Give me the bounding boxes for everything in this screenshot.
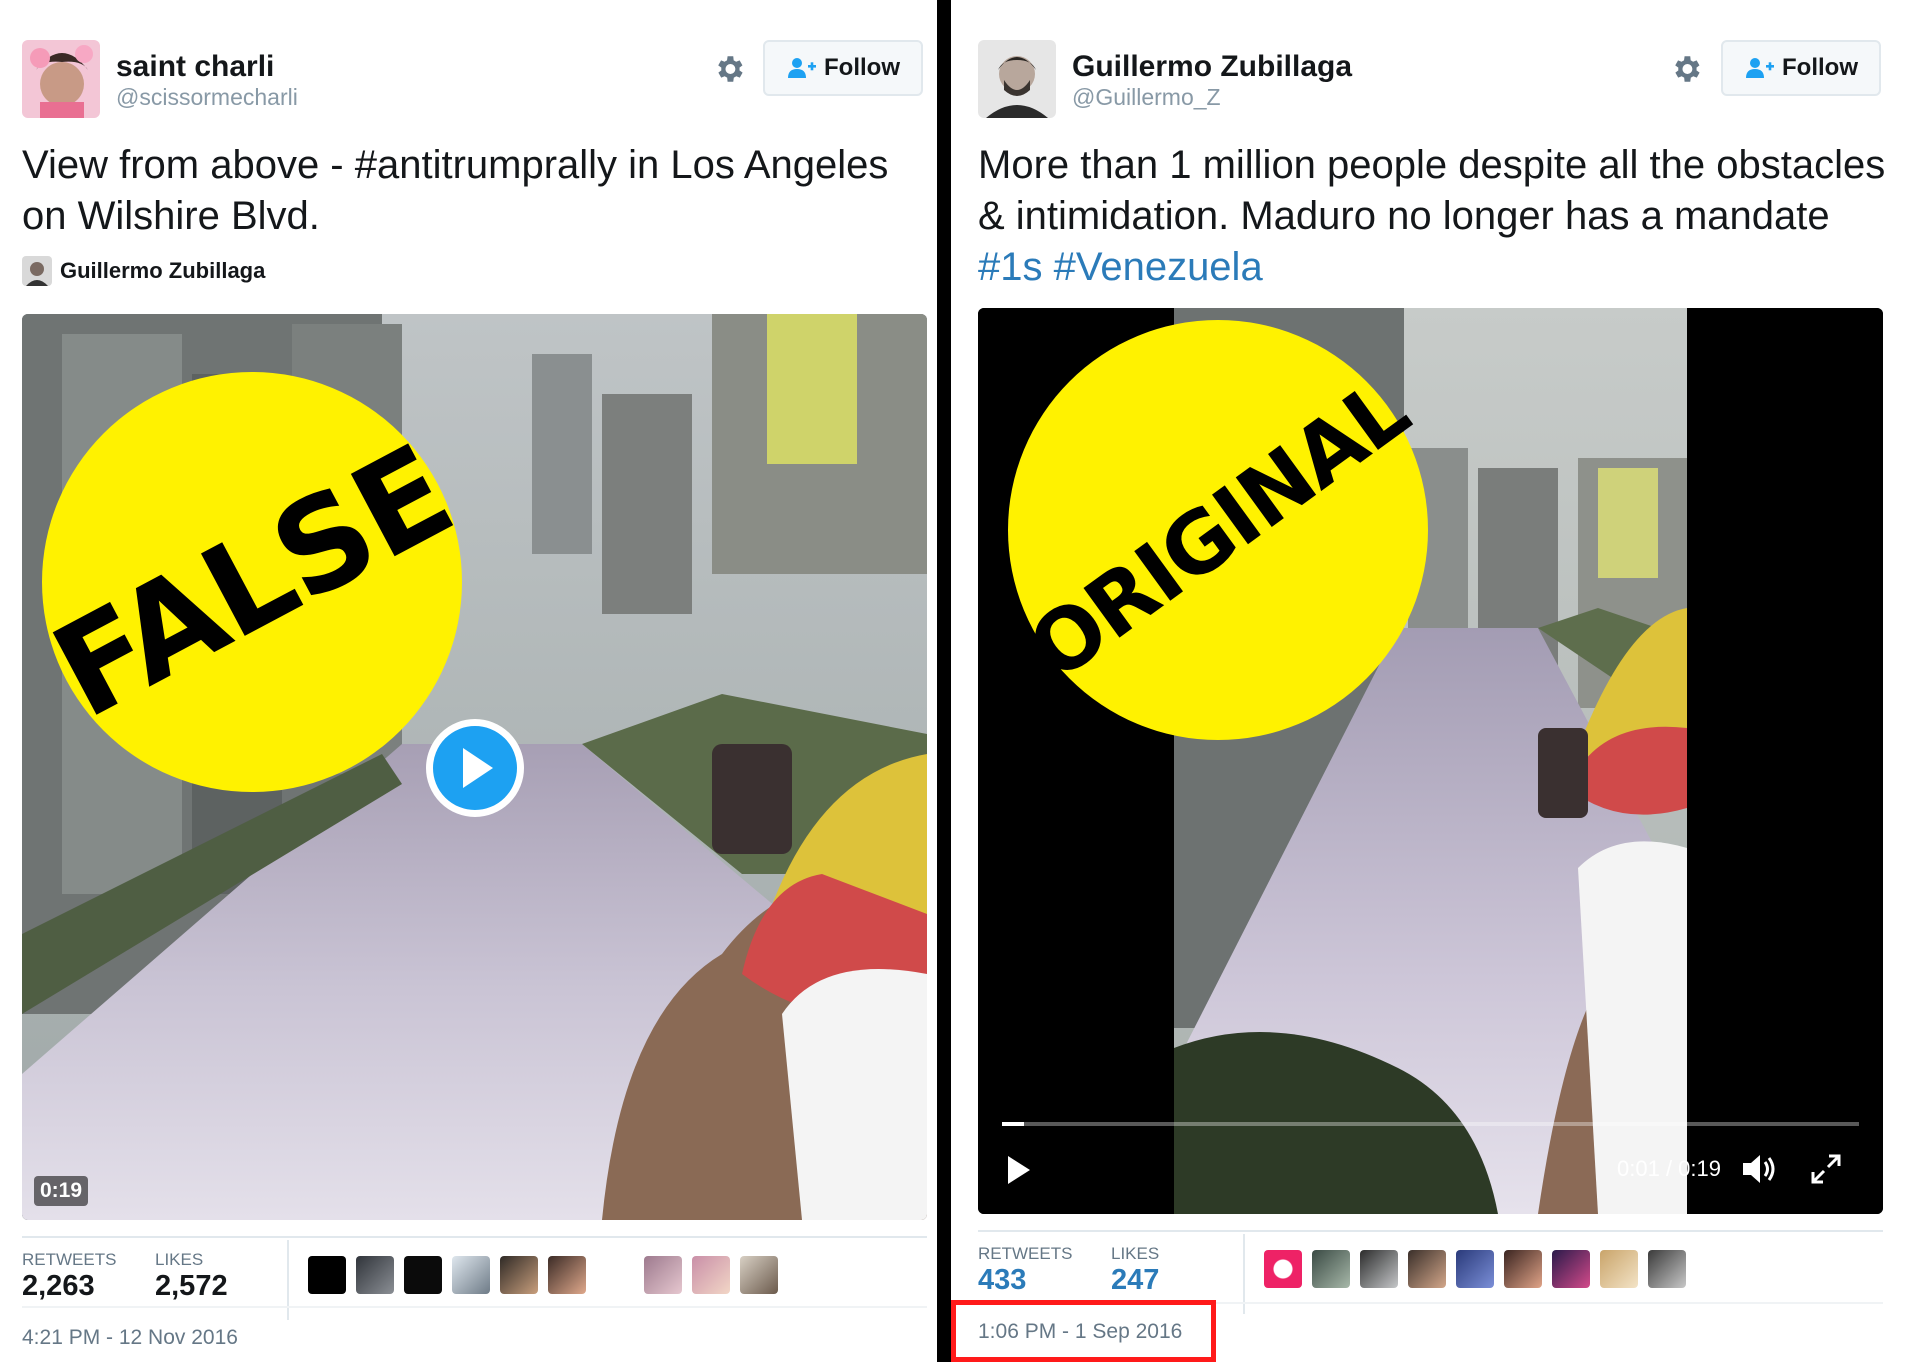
divider xyxy=(22,1236,927,1238)
liker-avatar[interactable] xyxy=(1552,1250,1590,1288)
stats-separator xyxy=(287,1240,289,1320)
video-controls: 0:01 / 0:19 xyxy=(978,1104,1883,1214)
tweet-card-left: saint charli @scissormecharli Follow Vie… xyxy=(0,0,937,1362)
liker-avatar[interactable] xyxy=(1648,1250,1686,1288)
likes-count[interactable]: 2,572 xyxy=(155,1270,228,1303)
retweets-label[interactable]: RETWEETS xyxy=(22,1250,116,1270)
tweet-timestamp[interactable]: 4:21 PM - 12 Nov 2016 xyxy=(22,1326,238,1350)
tweet-text: View from above - #antitrumprally in Los… xyxy=(22,143,889,238)
liker-avatar[interactable] xyxy=(1312,1250,1350,1288)
liker-avatar[interactable] xyxy=(644,1256,682,1294)
add-person-icon xyxy=(1746,58,1774,78)
liker-avatar[interactable] xyxy=(548,1256,586,1294)
retweets-count[interactable]: 2,263 xyxy=(22,1270,95,1303)
liker-avatar[interactable] xyxy=(308,1256,346,1294)
media-attribution[interactable]: Guillermo Zubillaga xyxy=(22,256,265,286)
video-thumbnail[interactable]: FALSE 0:19 xyxy=(22,314,927,1220)
display-name[interactable]: saint charli xyxy=(116,50,274,84)
play-icon[interactable] xyxy=(1006,1154,1032,1186)
divider xyxy=(22,1306,927,1308)
tweet-text-body: More than 1 million people despite all t… xyxy=(978,143,1886,238)
likes-label[interactable]: LIKES xyxy=(1111,1244,1159,1264)
timestamp-highlight-box xyxy=(951,1300,1216,1362)
liker-avatar[interactable] xyxy=(452,1256,490,1294)
play-icon xyxy=(463,748,493,788)
follow-button[interactable]: Follow xyxy=(1721,40,1881,96)
video-time: 0:01 / 0:19 xyxy=(1617,1156,1721,1181)
liker-avatar[interactable] xyxy=(596,1256,634,1294)
video-duration: 0:19 xyxy=(34,1176,89,1206)
liker-avatars xyxy=(1264,1250,1686,1288)
add-person-icon xyxy=(788,58,816,78)
via-avatar xyxy=(22,256,52,286)
gear-icon[interactable] xyxy=(1669,52,1703,86)
play-button[interactable] xyxy=(426,719,524,817)
liker-avatar[interactable] xyxy=(1360,1250,1398,1288)
liker-avatar[interactable] xyxy=(1264,1250,1302,1288)
liker-avatar[interactable] xyxy=(692,1256,730,1294)
follow-button[interactable]: Follow xyxy=(763,40,923,96)
hashtag-links[interactable]: #1s #Venezuela xyxy=(978,245,1263,289)
liker-avatar[interactable] xyxy=(1504,1250,1542,1288)
user-handle[interactable]: @scissormecharli xyxy=(116,84,298,111)
follow-label: Follow xyxy=(1782,54,1858,81)
panel-divider xyxy=(937,0,951,1362)
false-stamp: FALSE xyxy=(30,372,474,792)
liker-avatar[interactable] xyxy=(740,1256,778,1294)
tweet-card-right: Guillermo Zubillaga @Guillermo_Z Follow … xyxy=(951,0,1911,1362)
video-progress-fill xyxy=(1002,1122,1025,1126)
stamp-text: ORIGINAL xyxy=(1011,360,1425,700)
gear-icon[interactable] xyxy=(712,52,746,86)
liker-avatars xyxy=(308,1256,778,1294)
avatar[interactable] xyxy=(978,40,1056,118)
tweet-text: More than 1 million people despite all t… xyxy=(978,140,1893,293)
likes-count[interactable]: 247 xyxy=(1111,1264,1159,1297)
liker-avatar[interactable] xyxy=(1600,1250,1638,1288)
video-progress-bar[interactable] xyxy=(1002,1122,1859,1126)
follow-label: Follow xyxy=(824,54,900,81)
liker-avatar[interactable] xyxy=(500,1256,538,1294)
likes-label[interactable]: LIKES xyxy=(155,1250,203,1270)
user-handle[interactable]: @Guillermo_Z xyxy=(1072,84,1221,111)
retweets-count[interactable]: 433 xyxy=(978,1264,1026,1297)
liker-avatar[interactable] xyxy=(404,1256,442,1294)
via-name: Guillermo Zubillaga xyxy=(60,258,266,283)
video-player[interactable]: ORIGINAL 0:01 / 0:19 xyxy=(978,308,1883,1214)
original-stamp: ORIGINAL xyxy=(1008,320,1428,740)
liker-avatar[interactable] xyxy=(356,1256,394,1294)
volume-icon[interactable] xyxy=(1741,1152,1779,1186)
stamp-text: FALSE xyxy=(30,416,474,748)
divider xyxy=(978,1230,1883,1232)
retweets-label[interactable]: RETWEETS xyxy=(978,1244,1072,1264)
fullscreen-icon[interactable] xyxy=(1809,1152,1843,1186)
avatar[interactable] xyxy=(22,40,100,118)
display-name[interactable]: Guillermo Zubillaga xyxy=(1072,50,1352,84)
liker-avatar[interactable] xyxy=(1456,1250,1494,1288)
liker-avatar[interactable] xyxy=(1408,1250,1446,1288)
